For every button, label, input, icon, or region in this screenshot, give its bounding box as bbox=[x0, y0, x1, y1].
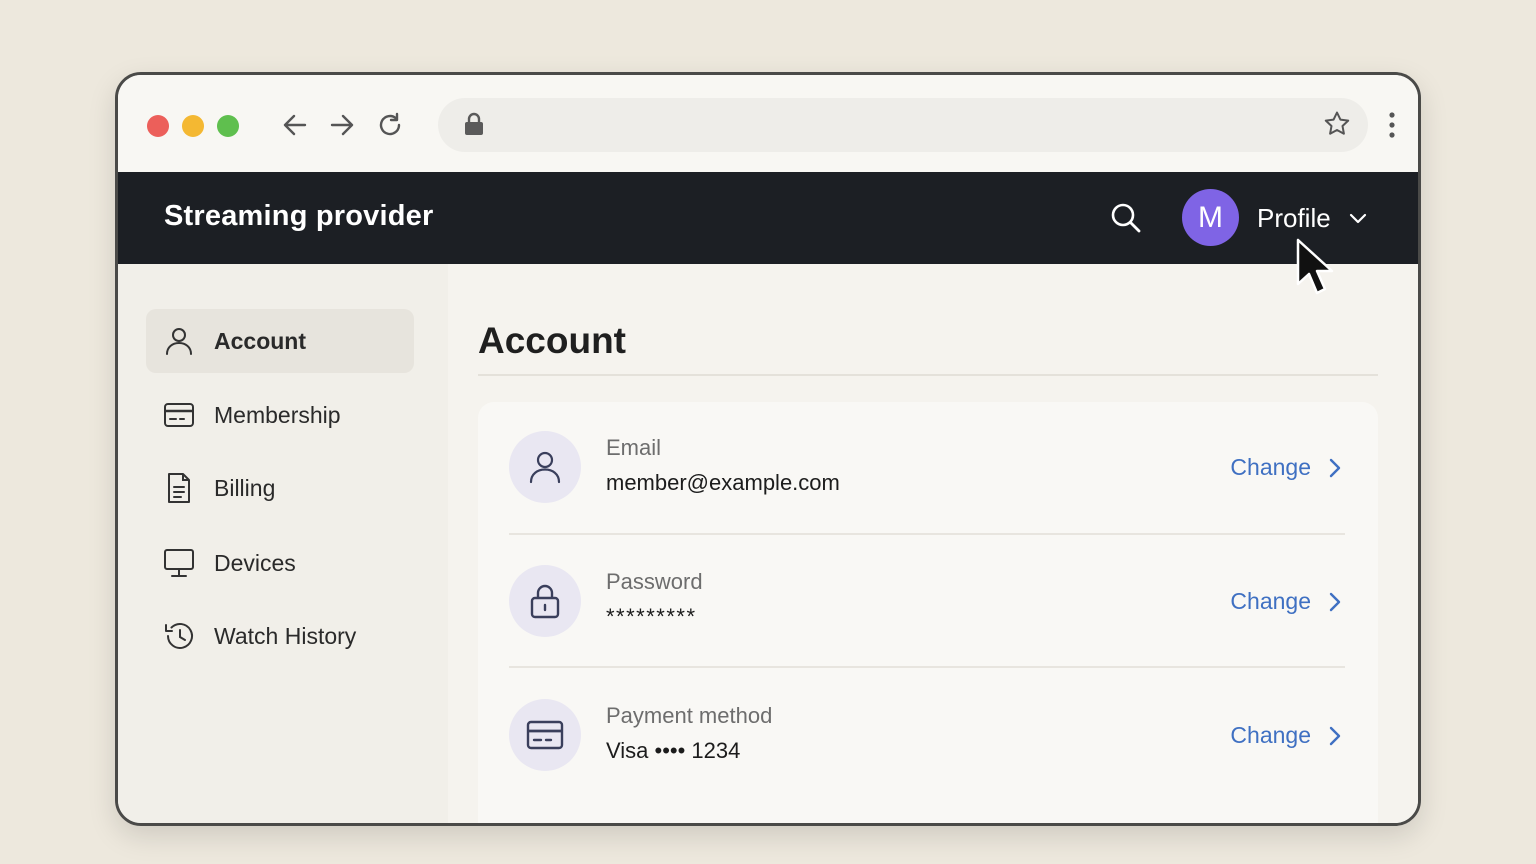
reload-icon[interactable] bbox=[374, 109, 406, 141]
divider bbox=[478, 374, 1378, 376]
email-row: Email member@example.com Change bbox=[509, 402, 1345, 536]
password-label: Password bbox=[606, 569, 703, 594]
search-icon[interactable] bbox=[1108, 200, 1144, 236]
email-value: member@example.com bbox=[606, 470, 840, 495]
card-icon bbox=[509, 699, 581, 771]
forward-arrow-icon[interactable] bbox=[326, 109, 358, 141]
account-settings-card: Email member@example.com Change Password… bbox=[478, 402, 1378, 823]
profile-menu-button[interactable]: Profile bbox=[1257, 203, 1331, 234]
sidebar-item-label: Devices bbox=[214, 549, 296, 576]
app-header: Streaming provider M Profile bbox=[118, 172, 1418, 264]
card-icon bbox=[162, 398, 196, 432]
mouse-cursor-icon bbox=[1296, 238, 1334, 295]
document-icon bbox=[162, 471, 196, 505]
change-payment-label: Change bbox=[1230, 722, 1311, 748]
email-label: Email bbox=[606, 435, 662, 460]
sidebar-item-label: Watch History bbox=[214, 622, 357, 649]
user-icon bbox=[162, 324, 196, 358]
browser-window: Streaming provider M Profile Account Mem… bbox=[115, 72, 1421, 826]
monitor-icon bbox=[162, 546, 196, 580]
lock-icon bbox=[462, 111, 486, 142]
password-value: ********* bbox=[606, 604, 697, 629]
brand-title: Streaming provider bbox=[164, 200, 434, 232]
lock-icon bbox=[509, 565, 581, 637]
sidebar-item-watch-history[interactable]: Watch History bbox=[146, 604, 414, 668]
chevron-right-icon bbox=[1329, 458, 1341, 477]
payment-method-label: Payment method bbox=[606, 703, 773, 728]
change-password-label: Change bbox=[1230, 588, 1311, 614]
chevron-down-icon[interactable] bbox=[1347, 207, 1369, 229]
main-content: Account Email member@example.com Change bbox=[448, 264, 1418, 823]
minimize-window-button[interactable] bbox=[182, 115, 204, 137]
page-title: Account bbox=[478, 320, 626, 361]
zoom-window-button[interactable] bbox=[217, 115, 239, 137]
change-email-button[interactable]: Change bbox=[1230, 454, 1345, 481]
payment-method-value: Visa •••• 1234 bbox=[606, 738, 741, 763]
back-arrow-icon[interactable] bbox=[279, 109, 311, 141]
sidebar-item-membership[interactable]: Membership bbox=[146, 383, 414, 447]
password-row: Password ********* Change bbox=[509, 536, 1345, 670]
chevron-right-icon bbox=[1329, 592, 1341, 611]
history-icon bbox=[162, 619, 196, 653]
change-email-label: Change bbox=[1230, 454, 1311, 480]
divider bbox=[509, 666, 1345, 668]
sidebar-item-billing[interactable]: Billing bbox=[146, 456, 414, 520]
avatar[interactable]: M bbox=[1182, 189, 1239, 246]
sidebar: Account Membership Billing Devices Watch… bbox=[118, 264, 448, 823]
change-payment-button[interactable]: Change bbox=[1230, 722, 1345, 749]
sidebar-item-devices[interactable]: Devices bbox=[146, 531, 414, 595]
sidebar-item-account[interactable]: Account bbox=[146, 309, 414, 373]
sidebar-item-label: Account bbox=[214, 327, 306, 354]
browser-toolbar bbox=[118, 75, 1418, 172]
chevron-right-icon bbox=[1329, 726, 1341, 745]
kebab-menu-icon[interactable] bbox=[1386, 109, 1398, 141]
sidebar-item-label: Membership bbox=[214, 401, 341, 428]
sidebar-item-label: Billing bbox=[214, 474, 276, 501]
star-icon[interactable] bbox=[1322, 109, 1352, 144]
payment-method-row: Payment method Visa •••• 1234 Change bbox=[509, 670, 1345, 804]
close-window-button[interactable] bbox=[147, 115, 169, 137]
address-bar[interactable] bbox=[438, 98, 1368, 152]
divider bbox=[509, 533, 1345, 535]
user-icon bbox=[509, 431, 581, 503]
change-password-button[interactable]: Change bbox=[1230, 588, 1345, 615]
